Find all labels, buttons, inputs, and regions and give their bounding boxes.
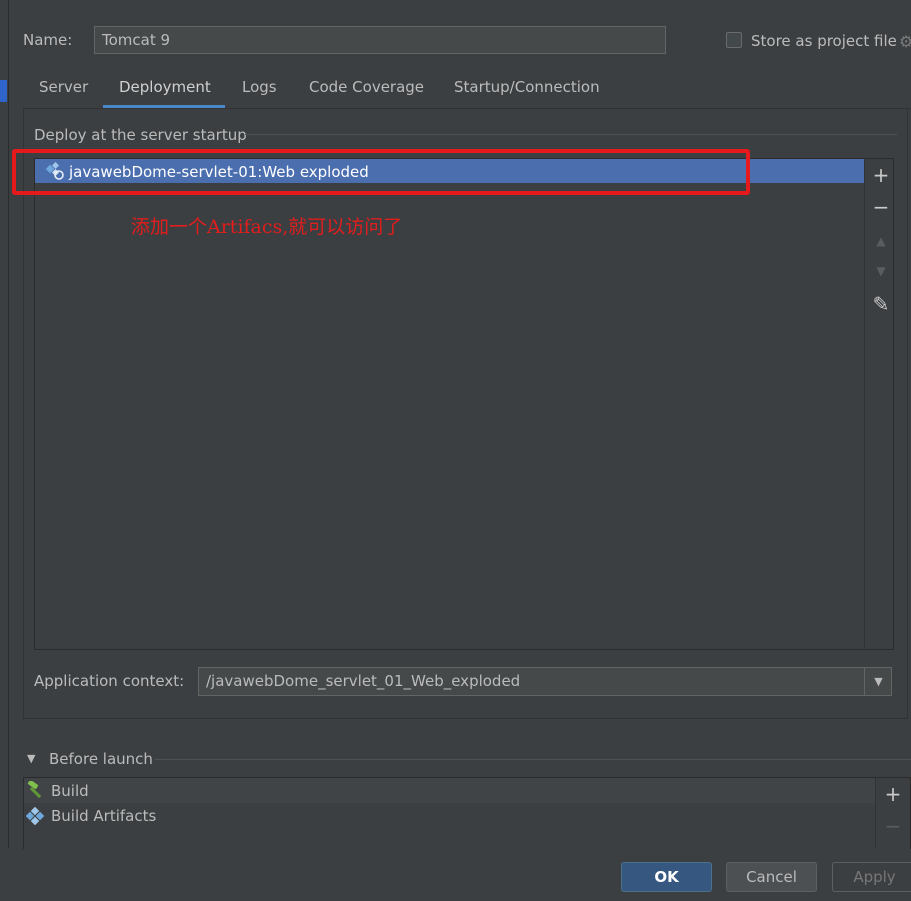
move-down-button[interactable]: ▼ xyxy=(866,256,896,286)
combobox-divider xyxy=(864,668,865,695)
chevron-down-icon[interactable]: ▼ xyxy=(866,668,891,695)
application-context-label: Application context: xyxy=(34,672,185,690)
edit-artifact-button[interactable]: ✎ xyxy=(866,289,896,319)
before-launch-label[interactable]: Before launch xyxy=(49,750,153,768)
collapse-triangle-icon[interactable]: ▼ xyxy=(27,752,35,765)
tab-server[interactable]: Server xyxy=(39,78,88,96)
before-launch-divider xyxy=(155,759,911,760)
tab-code-coverage[interactable]: Code Coverage xyxy=(309,78,424,96)
before-launch-row-highlight xyxy=(24,778,875,803)
hammer-icon xyxy=(26,779,46,799)
name-field-value: Tomcat 9 xyxy=(102,31,171,49)
artifact-icon xyxy=(25,806,46,826)
before-launch-item-build[interactable]: Build xyxy=(51,782,89,800)
before-launch-item-build-artifacts[interactable]: Build Artifacts xyxy=(51,807,156,825)
tab-logs[interactable]: Logs xyxy=(242,78,277,96)
add-before-launch-task-button[interactable]: + xyxy=(878,779,908,809)
gear-icon[interactable]: ⚙ xyxy=(899,32,911,51)
store-as-project-file-checkbox[interactable] xyxy=(726,32,742,48)
remove-artifact-button[interactable]: − xyxy=(866,192,896,222)
left-navigator-edge xyxy=(0,0,9,848)
apply-button[interactable]: Apply xyxy=(832,862,911,892)
left-navigator-selection xyxy=(0,80,7,102)
application-context-value[interactable]: /javawebDome_servlet_01_Web_exploded xyxy=(206,672,520,690)
name-label: Name: xyxy=(23,31,73,49)
ok-button[interactable]: OK xyxy=(621,862,712,892)
before-launch-toolbar-divider xyxy=(875,778,876,849)
tab-deployment[interactable]: Deployment xyxy=(119,78,211,96)
store-as-project-file-label[interactable]: Store as project file xyxy=(751,32,897,50)
deploy-section-label: Deploy at the server startup xyxy=(34,126,247,144)
annotation-text: 添加一个Artifacs,就可以访问了 xyxy=(131,216,403,238)
add-artifact-button[interactable]: + xyxy=(866,160,896,190)
deploy-toolbar-divider xyxy=(864,159,865,649)
move-up-button[interactable]: ▲ xyxy=(866,226,896,256)
tab-startup-connection[interactable]: Startup/Connection xyxy=(454,78,600,96)
annotation-highlight-box xyxy=(12,149,750,195)
name-field[interactable]: Tomcat 9 xyxy=(94,26,666,54)
cancel-button[interactable]: Cancel xyxy=(726,862,817,892)
remove-before-launch-task-button[interactable]: − xyxy=(878,811,908,841)
deploy-section-divider xyxy=(245,134,897,135)
